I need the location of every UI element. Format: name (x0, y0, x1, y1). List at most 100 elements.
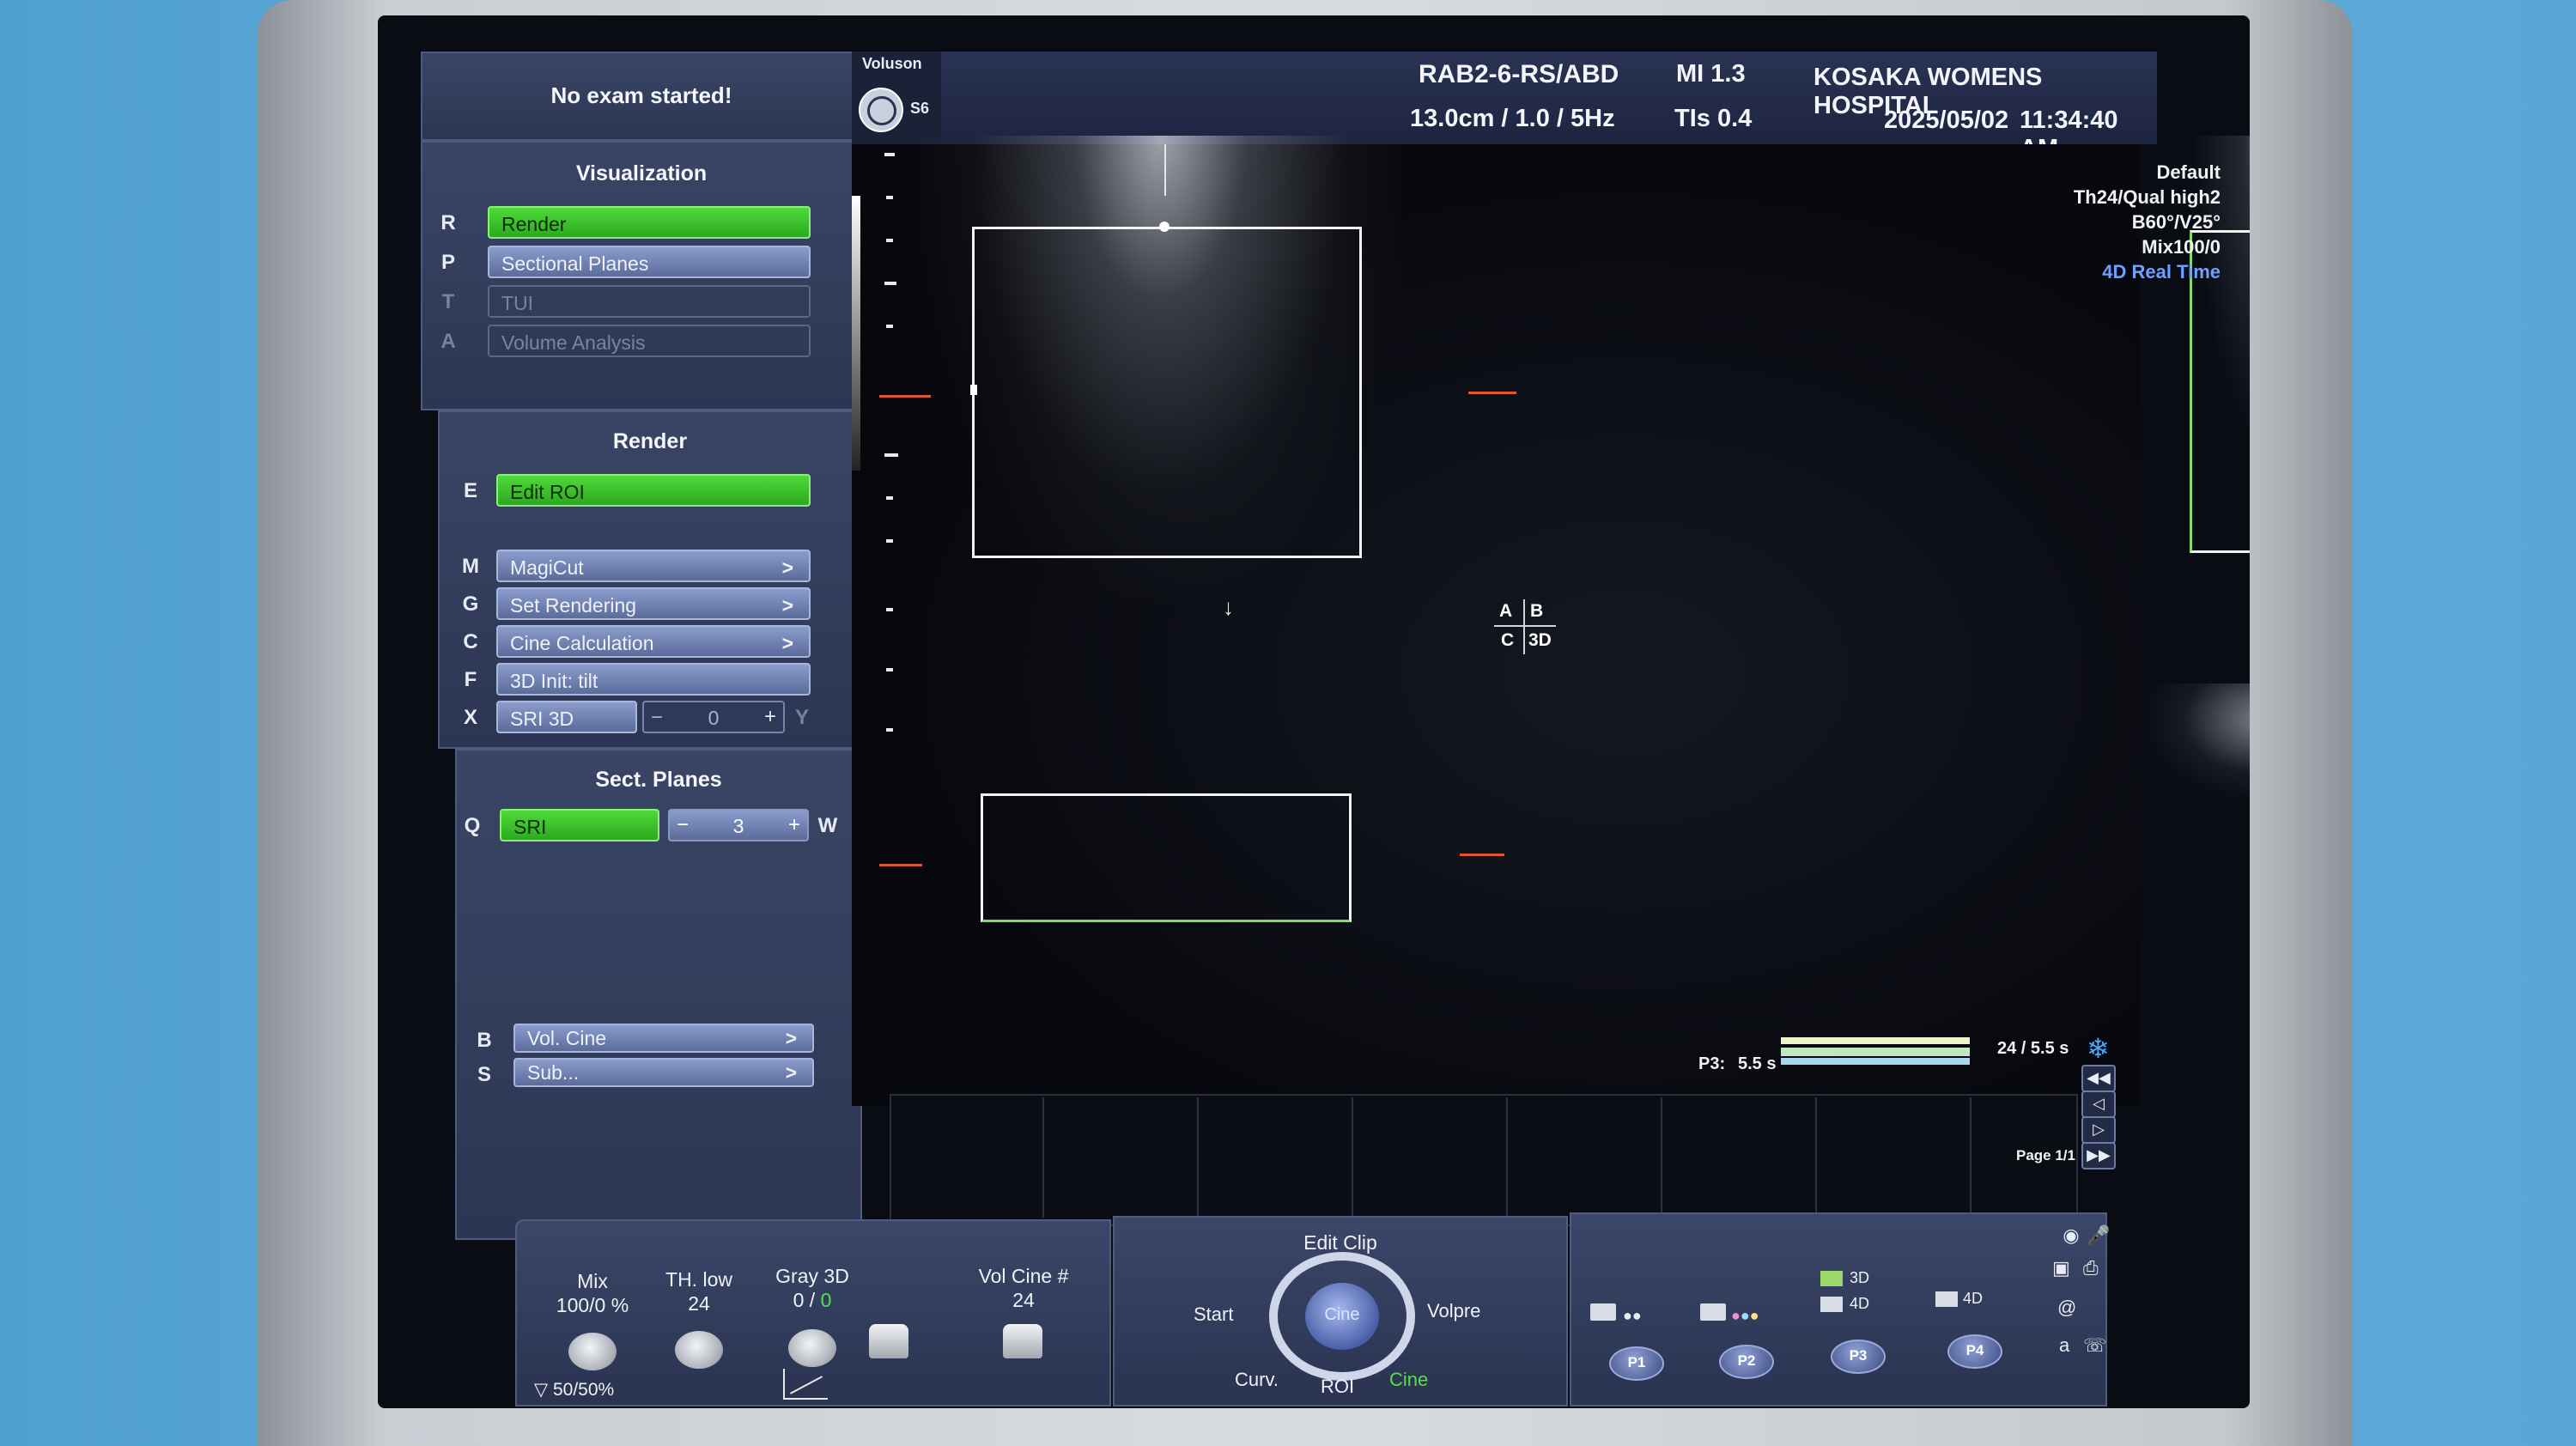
network-icon[interactable]: ☏ (2083, 1334, 2107, 1357)
p4-button[interactable]: P4 (1947, 1334, 2002, 1369)
clip-thumbnail[interactable] (1044, 1097, 1199, 1218)
roi-handle[interactable] (1159, 222, 1170, 232)
clip-thumbnail[interactable] (1817, 1097, 1971, 1218)
email-icon[interactable]: @ (2057, 1297, 2076, 1319)
roi-handle[interactable] (970, 385, 977, 395)
sub-label: Sub... (527, 1061, 580, 1084)
cine-progress-bar[interactable] (1781, 1037, 1970, 1068)
visualization-title: Visualization (575, 161, 708, 185)
init-tilt-key: F (464, 668, 477, 691)
sri-value: 3 (732, 815, 744, 837)
p3-3d-label: 3D (1850, 1269, 1870, 1286)
depth-tick (886, 496, 893, 500)
depth-tick (886, 539, 893, 543)
cine-center-button[interactable]: Cine (1305, 1283, 1379, 1350)
sri-plus[interactable]: + (788, 813, 800, 837)
p3-label: P3: (1698, 1054, 1726, 1073)
roi-box-a[interactable] (972, 227, 1362, 558)
init-tilt-button[interactable]: 3D Init: tilt (496, 663, 811, 696)
vol-cine-knob[interactable] (1003, 1324, 1042, 1358)
monitor-icon[interactable]: ▣ (2052, 1257, 2070, 1279)
blank-knob[interactable] (869, 1324, 908, 1358)
quadrant-c-label[interactable]: C (1501, 630, 1514, 651)
printer-icon[interactable]: ⎙ (2083, 1257, 2099, 1279)
cine-calculation-label: Cine Calculation (510, 632, 654, 654)
volpre-label[interactable]: Volpre (1427, 1300, 1480, 1322)
exam-status-box: No exam started! (421, 52, 862, 141)
quadrant-selector[interactable]: A B C 3D (1494, 599, 1556, 654)
sub-button[interactable]: Sub... > (513, 1058, 814, 1087)
depth-tick (886, 239, 893, 242)
scan-line-marker (1164, 144, 1166, 196)
depth-tick (886, 728, 893, 732)
fast-forward-icon[interactable]: ▶▶ (2081, 1142, 2116, 1170)
vol-cine-button[interactable]: Vol. Cine > (513, 1024, 814, 1053)
quadrant-a-label[interactable]: A (1499, 601, 1512, 622)
microphone-icon[interactable]: 🎤 (2087, 1224, 2110, 1254)
magicut-button[interactable]: MagiCut > (496, 550, 811, 582)
set-rendering-button[interactable]: Set Rendering > (496, 587, 811, 620)
mi-index: MI 1.3 (1676, 60, 1746, 88)
cine-calculation-button[interactable]: Cine Calculation > (496, 625, 811, 658)
rewind-icon[interactable]: ◀◀ (2081, 1065, 2116, 1092)
render-section: Render E Edit ROI M MagiCut > G Set Rende… (438, 410, 862, 749)
step-back-icon[interactable]: ◁ (2081, 1091, 2116, 1118)
depth-tick (886, 668, 893, 671)
play-icon[interactable]: ▷ (2081, 1116, 2116, 1144)
mix-value: 100/0 % (556, 1294, 629, 1316)
chevron-right-icon: > (781, 556, 793, 579)
sri-3d-stepper[interactable]: − 0 + (642, 701, 785, 733)
probe-name: RAB2-6-RS/ABD (1419, 60, 1619, 88)
gray-3d-knob[interactable] (788, 1329, 836, 1367)
mix-sub-value: ▽ 50/50% (534, 1380, 615, 1400)
quadrant-b-label[interactable]: B (1530, 601, 1543, 622)
p1-button[interactable]: P1 (1609, 1346, 1664, 1381)
p3-button[interactable]: P3 (1831, 1340, 1886, 1374)
gray-3d-accent: 0 (820, 1289, 832, 1311)
sri-button[interactable]: SRI (500, 809, 659, 841)
visualization-section: Visualization R Render P Sectional Plane… (421, 141, 862, 410)
edit-roi-button[interactable]: Edit ROI (496, 474, 811, 507)
clip-thumbnail[interactable] (890, 1097, 1044, 1218)
cine-label[interactable]: Cine (1389, 1369, 1428, 1391)
clip-thumbnail[interactable] (1353, 1097, 1508, 1218)
dvd-icon[interactable]: ◉ (2052, 1224, 2090, 1254)
header-bar: Voluson S6 RAB2-6-RS/ABD 13.0cm / 1.0 / … (852, 52, 2157, 162)
quadrant-3d-label[interactable]: 3D (1528, 630, 1552, 651)
volume-analysis-key: A (440, 330, 456, 353)
image-area: ↓ ↓ A B C 3D (852, 136, 2250, 1106)
mix-knob[interactable] (568, 1333, 617, 1370)
red-arrow-marker (1468, 392, 1516, 394)
depth-tick (884, 282, 896, 285)
cine-center-label: Cine (1324, 1305, 1360, 1324)
sri-3d-plus[interactable]: + (764, 705, 776, 729)
text-icon[interactable]: a (2059, 1334, 2069, 1357)
curv-label[interactable]: Curv. (1235, 1369, 1279, 1391)
chevron-right-icon: > (785, 1061, 797, 1084)
clip-thumbnail[interactable] (1199, 1097, 1353, 1218)
cine-frames: 24 / 5.5 s (1997, 1039, 2069, 1058)
roi-label[interactable]: ROI (1321, 1376, 1354, 1398)
p2-button[interactable]: P2 (1719, 1345, 1774, 1379)
sri-3d-button[interactable]: SRI 3D (496, 701, 637, 733)
exam-date: 2025/05/02 (1884, 106, 2009, 134)
volume-analysis-button[interactable]: Volume Analysis (488, 325, 811, 357)
magicut-label: MagiCut (510, 556, 584, 579)
start-label[interactable]: Start (1194, 1303, 1233, 1326)
roi-box-c[interactable] (981, 793, 1352, 922)
red-arrow-marker (879, 395, 931, 398)
clip-thumbnail[interactable] (1662, 1097, 1817, 1218)
freeze-icon[interactable]: ❄ (2087, 1032, 2110, 1065)
render-button[interactable]: Render (488, 206, 811, 239)
magicut-key: M (462, 555, 479, 578)
vol-cine-key: B (477, 1029, 492, 1052)
tui-button[interactable]: TUI (488, 285, 811, 318)
gray-3d-label: Gray 3D (775, 1265, 849, 1287)
th-low-knob[interactable] (675, 1331, 723, 1369)
p3-4d-label: 4D (1850, 1295, 1870, 1312)
p2-dots-icon: ●●● (1731, 1307, 1759, 1324)
sri-stepper[interactable]: − 3 + (668, 809, 809, 841)
down-arrow-icon: ↓ (1223, 594, 1234, 620)
sectional-planes-button[interactable]: Sectional Planes (488, 246, 811, 278)
clip-thumbnail[interactable] (1508, 1097, 1662, 1218)
